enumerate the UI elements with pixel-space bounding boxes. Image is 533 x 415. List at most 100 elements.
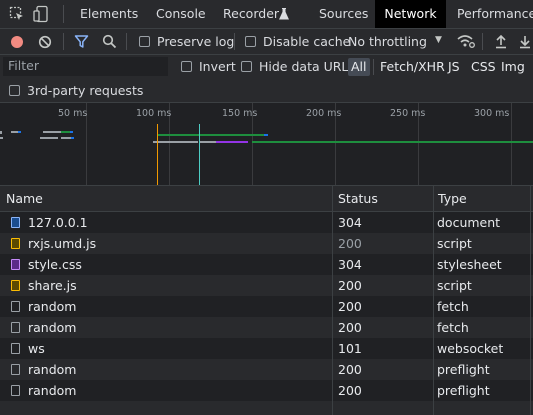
timeline-tick: 250 ms xyxy=(390,108,426,119)
hide-data-urls-label: Hide data URLs xyxy=(259,59,355,74)
timeline-bar xyxy=(40,137,58,139)
stylesheet-icon xyxy=(11,259,20,270)
timeline-bar xyxy=(216,141,248,143)
websocket-icon xyxy=(11,343,20,354)
request-status: 101 xyxy=(338,341,362,356)
fetch-icon xyxy=(11,322,20,333)
request-name: share.js xyxy=(28,278,77,293)
record-icon[interactable] xyxy=(10,35,24,49)
request-type: websocket xyxy=(437,341,504,356)
device-toolbar-icon[interactable] xyxy=(33,5,51,23)
filter-type-all[interactable]: All xyxy=(348,58,370,76)
fetch-icon xyxy=(11,301,20,312)
request-type: script xyxy=(437,236,472,251)
request-name: random xyxy=(28,320,77,335)
timeline-bar xyxy=(153,141,198,143)
invert-label: Invert xyxy=(199,59,236,74)
request-status: 200 xyxy=(338,383,362,398)
request-type: document xyxy=(437,215,501,230)
column-header-status[interactable]: Status xyxy=(338,186,378,211)
filter-placeholder: Filter xyxy=(8,58,39,73)
script-icon xyxy=(11,280,20,291)
tab-separator xyxy=(63,5,64,23)
request-name: rxjs.umd.js xyxy=(28,236,97,251)
filter-type-css[interactable]: CSS xyxy=(471,58,496,76)
timeline-bar xyxy=(43,131,61,133)
filter-type-fetch-xhr[interactable]: Fetch/XHR xyxy=(380,58,445,76)
request-status: 200 xyxy=(338,278,362,293)
request-type: preflight xyxy=(437,383,490,398)
hide-data-urls-checkbox[interactable] xyxy=(241,61,252,72)
filter-type-js[interactable]: JS xyxy=(448,58,460,76)
disable-cache-label: Disable cache xyxy=(263,34,351,49)
filter-type-img[interactable]: Img xyxy=(501,58,525,76)
request-name: ws xyxy=(28,341,45,356)
request-type: stylesheet xyxy=(437,257,502,272)
timeline-tick: 100 ms xyxy=(136,108,172,119)
timeline-bar xyxy=(0,131,2,134)
inspect-element-icon[interactable] xyxy=(9,6,25,22)
tab-recorder[interactable]: Recorder xyxy=(223,0,279,28)
timeline-bar xyxy=(158,134,264,136)
document-icon xyxy=(11,217,20,228)
tab-elements[interactable]: Elements xyxy=(80,0,138,28)
request-name: random xyxy=(28,299,77,314)
request-name: random xyxy=(28,383,77,398)
filter-icon[interactable] xyxy=(74,34,89,49)
network-conditions-icon[interactable] xyxy=(457,34,475,49)
timeline-bar xyxy=(252,141,533,143)
toolbar-separator xyxy=(482,33,483,50)
timeline-bar xyxy=(18,131,21,133)
chevron-down-icon[interactable]: ▼ xyxy=(435,35,442,45)
import-har-icon[interactable] xyxy=(494,34,508,49)
timeline-tick: 200 ms xyxy=(306,108,342,119)
export-har-icon[interactable] xyxy=(518,34,532,49)
request-name: random xyxy=(28,362,77,377)
toolbar-separator xyxy=(234,33,235,50)
timeline-tick: 300 ms xyxy=(474,108,510,119)
request-status: 200 xyxy=(338,320,362,335)
timeline-bar xyxy=(61,137,71,139)
request-name: style.css xyxy=(28,257,82,272)
tab-console[interactable]: Console xyxy=(156,0,206,28)
column-divider[interactable] xyxy=(332,186,333,415)
column-header-name[interactable]: Name xyxy=(6,186,43,211)
request-status: 304 xyxy=(338,215,362,230)
tab-sources[interactable]: Sources xyxy=(319,0,368,28)
script-icon xyxy=(11,238,20,249)
timeline-tick: 50 ms xyxy=(58,108,88,119)
preserve-log-checkbox[interactable] xyxy=(139,36,150,47)
filter-input[interactable]: Filter xyxy=(3,57,168,76)
dom-content-loaded-line xyxy=(157,124,158,185)
preserve-log-label: Preserve log xyxy=(157,34,235,49)
load-event-line xyxy=(199,124,200,185)
filter-separator xyxy=(373,59,374,75)
request-status: 200 xyxy=(338,236,362,251)
request-type: script xyxy=(437,278,472,293)
tab-network[interactable]: Network xyxy=(375,0,446,28)
clear-icon[interactable] xyxy=(38,35,52,49)
throttling-select[interactable]: No throttling xyxy=(348,33,427,51)
request-status: 200 xyxy=(338,299,362,314)
toolbar-separator xyxy=(63,33,64,50)
grid-line xyxy=(511,103,512,185)
flask-icon xyxy=(279,8,289,20)
timeline-bar xyxy=(71,137,74,139)
invert-checkbox[interactable] xyxy=(181,61,192,72)
timeline-tick: 150 ms xyxy=(222,108,258,119)
timeline-bar xyxy=(200,141,216,143)
request-type: fetch xyxy=(437,299,469,314)
column-divider[interactable] xyxy=(530,186,531,415)
request-name: 127.0.0.1 xyxy=(28,215,88,230)
preflight-icon xyxy=(11,385,20,396)
column-header-type[interactable]: Type xyxy=(438,186,467,211)
timeline-bar xyxy=(70,131,73,133)
tab-performance[interactable]: Performance xyxy=(457,0,533,28)
timeline-bar xyxy=(11,131,18,133)
disable-cache-checkbox[interactable] xyxy=(245,36,256,47)
request-status: 304 xyxy=(338,257,362,272)
search-icon[interactable] xyxy=(102,34,117,49)
column-divider[interactable] xyxy=(433,186,434,415)
third-party-checkbox[interactable] xyxy=(9,85,20,96)
request-type: preflight xyxy=(437,362,490,377)
